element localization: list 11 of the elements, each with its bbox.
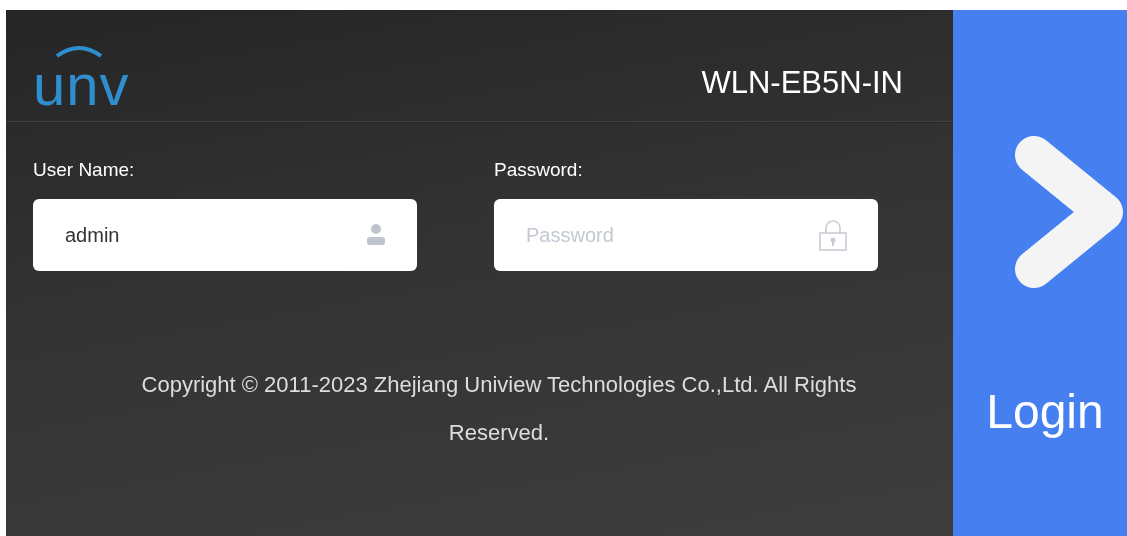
copyright-text: Copyright © 2011-2023 Zhejiang Uniview Technologies Co.,Ltd. All Rights Reserved. — [140, 371, 858, 447]
field-label: Password: — [494, 159, 584, 182]
field-label: User Name: — [33, 159, 136, 182]
padlock-icon — [818, 219, 848, 251]
user-icon — [365, 223, 387, 247]
input-field[interactable]: Password — [494, 199, 878, 271]
logo: unv — [33, 43, 130, 114]
input-field[interactable]: admin — [33, 199, 417, 271]
model-name: WLN-EB5N-IN — [701, 64, 903, 101]
chevron-icon — [1014, 135, 1124, 289]
login-button[interactable]: Login — [953, 10, 1127, 536]
